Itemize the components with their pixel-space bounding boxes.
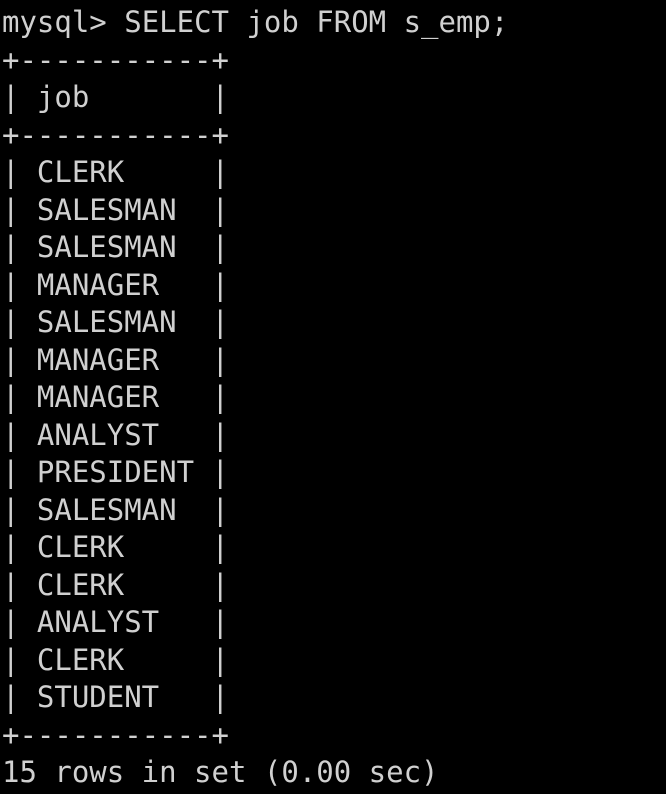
table-row: | ANALYST |	[2, 605, 229, 639]
table-header-border: +-----------+	[2, 117, 229, 152]
table-row: | STUDENT |	[2, 680, 229, 714]
table-header: | job |	[2, 80, 229, 114]
table-bottom-border: +-----------+	[2, 717, 229, 752]
result-rows: | CLERK | | SALESMAN | | SALESMAN | | MANAG…	[2, 154, 664, 717]
table-row: | MANAGER |	[2, 267, 229, 302]
result-summary: 15 rows in set (0.00 sec)	[2, 755, 439, 789]
table-row: | CLERK |	[2, 155, 229, 189]
table-top-border: +-----------+	[2, 42, 229, 77]
command-line: mysql> SELECT job FROM s_emp;	[2, 4, 664, 42]
table-row: | SALESMAN |	[2, 305, 229, 339]
table-row: | SALESMAN |	[2, 230, 229, 264]
sql-command: SELECT job FROM s_emp;	[124, 5, 509, 39]
table-row: | MANAGER |	[2, 380, 229, 414]
table-row: | SALESMAN |	[2, 492, 229, 527]
table-row: | MANAGER |	[2, 342, 229, 377]
table-row: | ANALYST |	[2, 417, 229, 452]
table-row: | CLERK |	[2, 530, 229, 564]
table-row: | CLERK |	[2, 567, 229, 602]
terminal-output[interactable]: mysql> SELECT job FROM s_emp; +---------…	[2, 4, 664, 792]
table-row: | PRESIDENT |	[2, 455, 229, 489]
table-row: | CLERK |	[2, 642, 229, 677]
mysql-prompt: mysql>	[2, 5, 107, 39]
table-row: | SALESMAN |	[2, 192, 229, 227]
